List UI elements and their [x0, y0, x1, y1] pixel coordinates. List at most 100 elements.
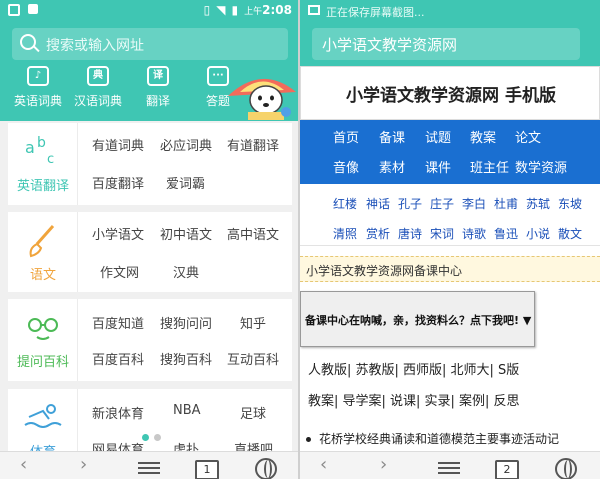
link-iciba[interactable]: 爱词霸 — [166, 173, 205, 192]
globe-icon[interactable] — [255, 458, 277, 479]
link-sina-sports[interactable]: 新浪体育 — [92, 403, 144, 422]
card-icon-area: 体育 — [8, 389, 78, 451]
link-youdao-translate[interactable]: 有道翻译 — [227, 135, 279, 154]
tab-count-button[interactable]: 1 — [195, 460, 219, 479]
link-baidu-zhidao[interactable]: 百度知道 — [92, 313, 144, 332]
brush-icon — [29, 225, 55, 258]
globe-icon[interactable] — [555, 458, 577, 479]
link-zhihu[interactable]: 知乎 — [240, 313, 266, 332]
lesson-center-dropdown-button[interactable]: 备课中心在呐喊，亲，找资料么？点下我吧! ▼ — [300, 291, 535, 347]
link-nba[interactable]: NBA — [173, 403, 201, 418]
nav-class-teacher[interactable]: 班主任 — [470, 157, 509, 176]
status-ampm: 上午 — [244, 6, 263, 17]
card-category: 语文 — [29, 268, 56, 283]
site-nav: 首页 备课 试题 教案 论文 音像 素材 课件 班主任 数学资源 — [300, 120, 600, 184]
nav-courseware[interactable]: 课件 — [425, 157, 451, 176]
quick-link-chinese-dict[interactable]: 典 汉语词典 — [68, 66, 128, 109]
left-phone-screen: ▯ ◥ ▮ 上午 2:08 搜索或输入网址 ♪ 英语词典 典 汉语词典 译 翻译… — [0, 0, 300, 479]
nav-papers[interactable]: 论文 — [515, 127, 541, 146]
card-category: 体育 — [8, 441, 78, 451]
section-heading-text: 小学语文教学资源网备课中心 — [306, 264, 463, 278]
url-bar[interactable]: 小学语文教学资源网 — [312, 28, 580, 60]
topic-link[interactable]: 散文 — [558, 225, 582, 242]
topic-link[interactable]: 杜甫 — [494, 195, 518, 212]
nav-exams[interactable]: 试题 — [425, 127, 451, 146]
nav-home[interactable]: 首页 — [333, 127, 359, 146]
link-essay[interactable]: 作文网 — [100, 262, 139, 281]
topic-link[interactable]: 鲁迅 — [494, 225, 518, 242]
edition-links[interactable]: 人教版| 苏教版| 西师版| 北师大| S版 — [308, 359, 519, 378]
link-hupu[interactable]: 虎扑 — [173, 439, 199, 451]
quick-link-label: 翻译 — [145, 94, 170, 108]
topic-link[interactable]: 红楼 — [333, 195, 357, 212]
card-english-translate: a b c 英语翻译 有道词典 必应词典 有道翻译 百度翻译 爱词霸 — [8, 123, 292, 205]
nav-math-resources[interactable]: 数学资源 — [515, 157, 567, 176]
right-phone-screen: 正在保存屏幕截图... 小学语文教学资源网 小学语文教学资源网 手机版 首页 备… — [300, 0, 600, 479]
link-high-chinese[interactable]: 高中语文 — [227, 224, 279, 243]
translate-icon: 译 — [147, 66, 169, 86]
quick-link-english-dict[interactable]: ♪ 英语词典 — [8, 66, 68, 109]
forward-icon[interactable]: › — [80, 456, 87, 474]
card-icon-area: 语文 — [8, 212, 78, 292]
status-text: 正在保存屏幕截图... — [326, 6, 425, 19]
card-sports: 体育 新浪体育 NBA 足球 网易体育 虎扑 直播吧 — [8, 389, 292, 451]
topic-link[interactable]: 李白 — [462, 195, 486, 212]
svg-text:c: c — [47, 152, 54, 167]
topic-link[interactable]: 宋词 — [430, 225, 454, 242]
topic-link[interactable]: 神话 — [366, 195, 390, 212]
back-icon[interactable]: ‹ — [320, 456, 327, 474]
back-icon[interactable]: ‹ — [20, 456, 27, 474]
nav-lesson-plans[interactable]: 教案 — [470, 127, 496, 146]
topic-link[interactable]: 唐诗 — [398, 225, 422, 242]
forward-icon[interactable]: › — [380, 456, 387, 474]
link-zhibo8[interactable]: 直播吧 — [234, 439, 273, 451]
menu-icon[interactable] — [438, 462, 460, 474]
resource-type-links[interactable]: 教案| 导学案| 说课| 实录| 案例| 反思 — [308, 390, 520, 409]
tab-count-button[interactable]: 2 — [495, 460, 519, 479]
search-icon — [20, 34, 36, 50]
browser-header: ▯ ◥ ▮ 上午 2:08 搜索或输入网址 ♪ 英语词典 典 汉语词典 译 翻译… — [0, 0, 300, 121]
link-bing-dict[interactable]: 必应词典 — [160, 135, 212, 154]
link-baidu-baike[interactable]: 百度百科 — [92, 349, 144, 368]
lock-icon — [28, 4, 38, 14]
link-middle-chinese[interactable]: 初中语文 — [160, 224, 212, 243]
status-bar: ▯ ◥ ▮ 上午 2:08 — [0, 0, 300, 22]
page-dot[interactable] — [154, 434, 161, 441]
nav-materials[interactable]: 素材 — [379, 157, 405, 176]
topic-link[interactable]: 清照 — [333, 225, 357, 242]
link-netease-sports[interactable]: 网易体育 — [92, 439, 144, 451]
quick-link-translate[interactable]: 译 翻译 — [128, 66, 188, 109]
link-football[interactable]: 足球 — [240, 403, 266, 422]
nav-lesson-prep[interactable]: 备课 — [379, 127, 405, 146]
topic-link[interactable]: 庄子 — [430, 195, 454, 212]
site-title-box: 小学语文教学资源网 手机版 — [300, 66, 600, 120]
status-time: 2:08 — [262, 3, 292, 17]
link-youdao-dict[interactable]: 有道词典 — [92, 135, 144, 154]
link-hudong-baike[interactable]: 互动百科 — [227, 349, 279, 368]
swimmer-icon — [24, 404, 62, 428]
quick-link-label: 英语词典 — [13, 94, 62, 108]
topic-link[interactable]: 诗歌 — [462, 225, 486, 242]
svg-text:b: b — [37, 135, 46, 151]
page-dot-active[interactable] — [142, 434, 149, 441]
topic-link[interactable]: 小说 — [526, 225, 550, 242]
url-bar-text: 小学语文教学资源网 — [322, 36, 458, 54]
topic-link[interactable]: 赏析 — [366, 225, 390, 242]
nav-media[interactable]: 音像 — [333, 157, 359, 176]
link-sogou-baike[interactable]: 搜狗百科 — [160, 349, 212, 368]
topic-link[interactable]: 苏轼 — [526, 195, 550, 212]
abc-icon: a b c — [25, 135, 54, 167]
topic-link[interactable]: 东坡 — [558, 195, 582, 212]
bullet-icon — [306, 437, 311, 442]
menu-icon[interactable] — [138, 462, 160, 474]
link-primary-chinese[interactable]: 小学语文 — [92, 224, 144, 243]
cta-label: 备课中心在呐喊，亲，找资料么？点下我吧! ▼ — [305, 314, 532, 327]
page-title: 小学语文教学资源网 手机版 — [346, 86, 556, 106]
topic-link[interactable]: 孔子 — [398, 195, 422, 212]
search-input[interactable]: 搜索或输入网址 — [12, 28, 288, 60]
article-list-item[interactable]: 花桥学校经典诵读和道德模范主要事迹活动记 — [306, 430, 559, 447]
link-baidu-translate[interactable]: 百度翻译 — [92, 173, 144, 192]
screenshot-pair: ▯ ◥ ▮ 上午 2:08 搜索或输入网址 ♪ 英语词典 典 汉语词典 译 翻译… — [0, 0, 600, 479]
link-handian[interactable]: 汉典 — [173, 262, 199, 281]
link-sogou-wenwen[interactable]: 搜狗问问 — [160, 313, 212, 332]
